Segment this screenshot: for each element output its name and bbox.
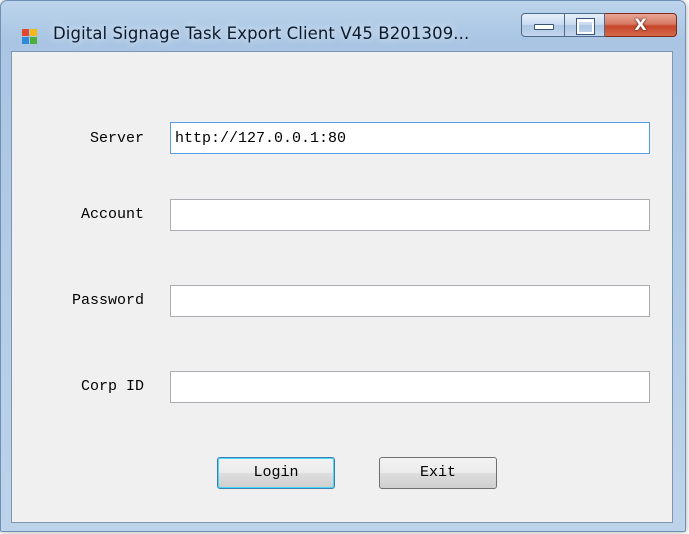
app-window: Digital Signage Task Export Client V45 B… (0, 0, 686, 532)
maximize-icon (576, 18, 595, 35)
minimize-icon (534, 24, 554, 30)
app-icon[interactable] (22, 29, 38, 45)
title-bar[interactable]: Digital Signage Task Export Client V45 B… (1, 1, 685, 47)
password-label: Password (71, 292, 144, 309)
close-icon: X (634, 15, 647, 34)
corp-id-label: Corp ID (80, 378, 144, 395)
account-label: Account (80, 206, 144, 223)
exit-button[interactable]: Exit (379, 457, 497, 489)
login-form: Server Account Password Corp ID Login Ex… (11, 51, 673, 523)
password-input[interactable] (170, 285, 650, 317)
server-input[interactable] (170, 122, 650, 154)
account-input[interactable] (170, 199, 650, 231)
maximize-button[interactable] (565, 13, 605, 37)
window-title: Digital Signage Task Export Client V45 B… (53, 24, 470, 43)
corp-id-input[interactable] (170, 371, 650, 403)
server-label: Server (89, 130, 144, 147)
minimize-button[interactable] (521, 13, 565, 37)
close-button[interactable]: X (605, 13, 677, 37)
login-button[interactable]: Login (217, 457, 335, 489)
